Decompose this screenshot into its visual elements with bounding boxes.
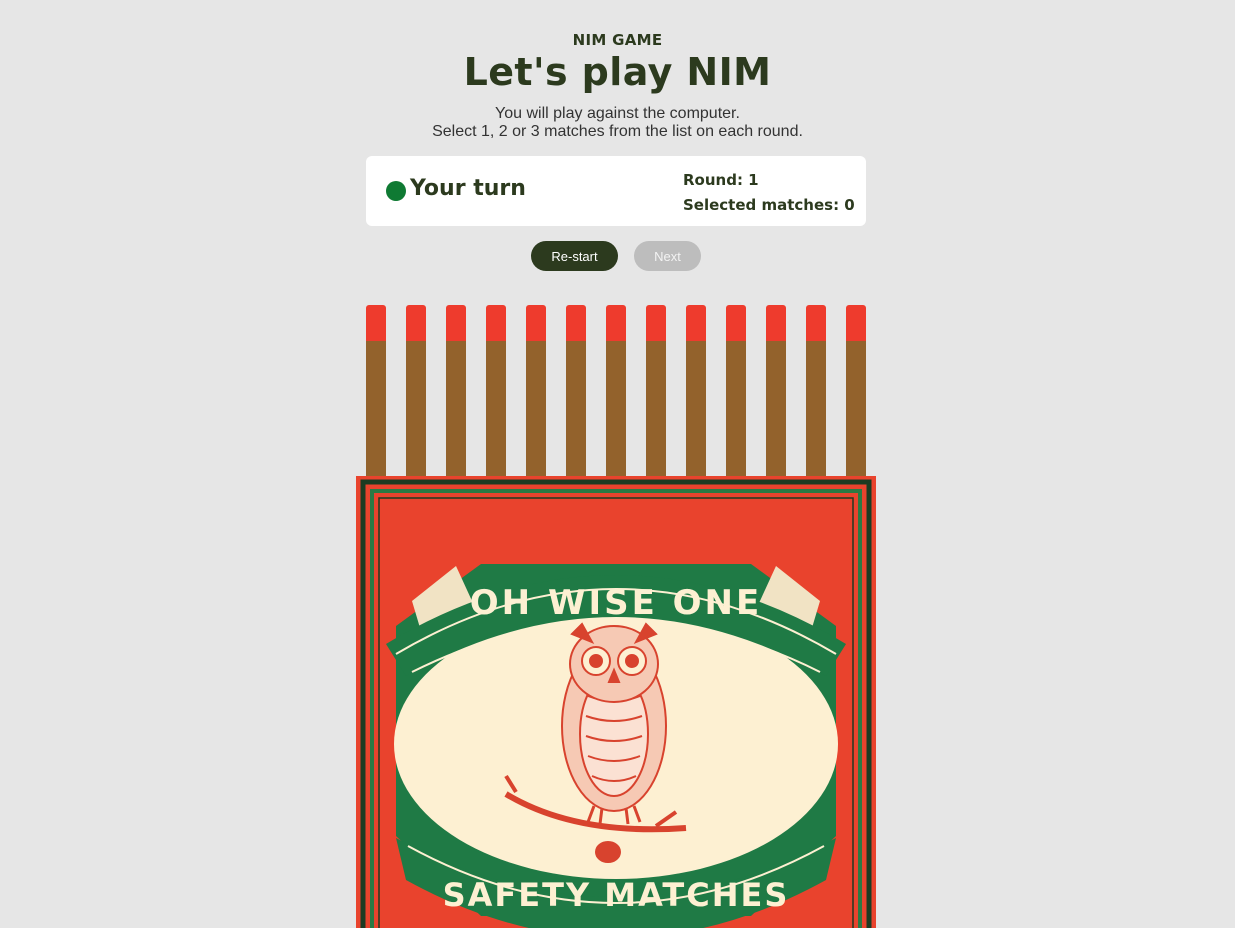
round-counter: Round: 1 xyxy=(683,171,759,189)
match-stick xyxy=(766,341,786,476)
match-head xyxy=(646,305,666,341)
match-head xyxy=(606,305,626,341)
matchbox-illustration: OH WISE ONE SAFETY MATCHES xyxy=(356,476,876,928)
match-stick xyxy=(646,341,666,476)
matchbox-label-top: OH WISE ONE xyxy=(470,583,762,623)
match-head xyxy=(366,305,386,341)
status-card: Your turn Round: 1 Selected matches: 0 xyxy=(366,156,866,226)
match-head xyxy=(446,305,466,341)
match-head xyxy=(846,305,866,341)
next-button[interactable]: Next xyxy=(634,241,701,271)
match-7[interactable] xyxy=(606,305,626,476)
match-stick xyxy=(406,341,426,476)
match-11[interactable] xyxy=(766,305,786,476)
match-4[interactable] xyxy=(486,305,506,476)
intro-line-1: You will play against the computer. xyxy=(495,105,740,122)
intro-line-2: Select 1, 2 or 3 matches from the list o… xyxy=(432,123,803,140)
match-stick xyxy=(606,341,626,476)
match-13[interactable] xyxy=(846,305,866,476)
turn-label: Your turn xyxy=(410,176,526,201)
match-8[interactable] xyxy=(646,305,666,476)
match-stick xyxy=(806,341,826,476)
match-head xyxy=(726,305,746,341)
matchbox-label-bottom: SAFETY MATCHES xyxy=(443,876,790,914)
match-5[interactable] xyxy=(526,305,546,476)
match-stick xyxy=(366,341,386,476)
match-9[interactable] xyxy=(686,305,706,476)
intro-text: You will play against the computer. Sele… xyxy=(0,105,1235,141)
match-stick xyxy=(486,341,506,476)
match-stick xyxy=(526,341,546,476)
match-head xyxy=(406,305,426,341)
match-head xyxy=(486,305,506,341)
turn-indicator-icon xyxy=(386,181,406,201)
match-12[interactable] xyxy=(806,305,826,476)
match-head xyxy=(686,305,706,341)
page-title: Let's play NIM xyxy=(463,50,772,94)
match-stick xyxy=(566,341,586,476)
game-eyebrow: NIM GAME xyxy=(572,31,663,49)
matchbox-art: OH WISE ONE SAFETY MATCHES xyxy=(360,479,872,928)
match-stick xyxy=(686,341,706,476)
match-stick xyxy=(446,341,466,476)
game-stats: Round: 1 Selected matches: 0 xyxy=(683,168,855,218)
match-head xyxy=(526,305,546,341)
match-1[interactable] xyxy=(366,305,386,476)
match-2[interactable] xyxy=(406,305,426,476)
match-head xyxy=(566,305,586,341)
match-head xyxy=(766,305,786,341)
matches-row xyxy=(366,305,866,476)
match-stick xyxy=(846,341,866,476)
selected-matches-counter: Selected matches: 0 xyxy=(683,196,855,214)
restart-button[interactable]: Re-start xyxy=(531,241,618,271)
match-stick xyxy=(726,341,746,476)
match-3[interactable] xyxy=(446,305,466,476)
match-10[interactable] xyxy=(726,305,746,476)
match-6[interactable] xyxy=(566,305,586,476)
match-head xyxy=(806,305,826,341)
